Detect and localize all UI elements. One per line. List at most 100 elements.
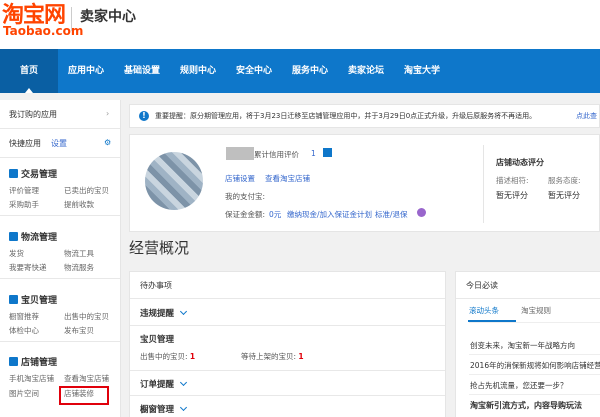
- section-shop-title: 店铺管理: [21, 358, 58, 368]
- overview-title: 经营概况: [129, 239, 190, 257]
- quick-settings-link[interactable]: 设置: [51, 138, 67, 149]
- todo-header: 待办事项: [130, 272, 445, 299]
- link-health-check[interactable]: 体检中心: [9, 325, 39, 336]
- user-icon: [323, 148, 332, 157]
- deposit-label: 保证金金额:: [225, 210, 266, 219]
- link-sold-items[interactable]: 已卖出的宝贝: [64, 185, 109, 196]
- gear-icon[interactable]: ⚙: [104, 138, 111, 147]
- logo-divider: [71, 7, 72, 31]
- news-item[interactable]: 创变未来，淘宝新一年战略方向: [470, 340, 575, 351]
- todo-title: 待办事项: [140, 281, 172, 290]
- link-mobile-shop[interactable]: 手机淘宝店铺: [9, 373, 54, 384]
- chevron-down-icon: [179, 403, 188, 412]
- divider: [0, 278, 120, 279]
- selling-count[interactable]: 1: [190, 352, 195, 361]
- section-shop[interactable]: 店铺管理: [9, 355, 57, 368]
- nav-item-forum[interactable]: 卖家论坛: [338, 49, 394, 93]
- username-redacted: [226, 147, 254, 160]
- avatar[interactable]: [145, 152, 203, 210]
- news-item[interactable]: 淘宝新引流方式，内容导购玩法: [470, 400, 582, 411]
- truck-icon: [9, 232, 18, 241]
- nav-item-basic-settings[interactable]: 基础设置: [114, 49, 170, 93]
- credit-value[interactable]: 1: [311, 149, 316, 158]
- top-bar: 淘宝网 Taobao.com 卖家中心: [0, 0, 600, 49]
- info-icon: !: [139, 111, 149, 121]
- link-purchase-helper[interactable]: 采购助手: [9, 199, 39, 210]
- section-trade[interactable]: 交易管理: [9, 167, 57, 180]
- deposit-value[interactable]: 0元: [269, 209, 281, 220]
- sidebar-quick-apps: 快捷应用 设置 ⚙: [0, 129, 120, 158]
- todo-violation[interactable]: 违规提醒: [130, 299, 445, 326]
- section-items-title: 宝贝管理: [21, 296, 58, 306]
- nav-item-home[interactable]: 首页: [0, 49, 58, 93]
- sidebar: 我订购的应用 › 快捷应用 设置 ⚙ 交易管理 评价管理 已卖出的宝贝 采购助手…: [0, 100, 121, 417]
- divider: [469, 354, 600, 355]
- todo-showcase-label: 橱窗管理: [140, 405, 175, 415]
- link-ship[interactable]: 发货: [9, 248, 24, 259]
- highlight-box: [59, 386, 109, 405]
- deposit-more-link[interactable]: 标准/退保: [375, 209, 408, 220]
- todo-card: 待办事项 违规提醒 宝贝管理 出售中的宝贝: 1 等待上架的宝贝: 1 订单提醒…: [129, 271, 446, 417]
- link-logistics-service[interactable]: 物流服务: [64, 262, 94, 273]
- nav-item-service[interactable]: 服务中心: [282, 49, 338, 93]
- nav-item-university[interactable]: 淘宝大学: [394, 49, 450, 93]
- sidebar-my-apps-label: 我订购的应用: [9, 110, 57, 119]
- alipay-label: 我的支付宝:: [225, 192, 266, 201]
- help-icon[interactable]: [417, 208, 426, 217]
- link-on-sale-items[interactable]: 出售中的宝贝: [64, 311, 109, 322]
- section-logistics[interactable]: 物流管理: [9, 230, 57, 243]
- service-label: 服务态度:: [548, 176, 581, 185]
- notice-more-link[interactable]: 点此查: [576, 111, 597, 121]
- daily-title: 今日必读: [466, 281, 498, 290]
- waiting-label: 等待上架的宝贝:: [241, 352, 297, 361]
- section-trade-title: 交易管理: [21, 170, 58, 180]
- todo-showcase[interactable]: 橱窗管理: [130, 396, 445, 417]
- divider: [469, 322, 600, 323]
- todo-item-mgmt: 宝贝管理 出售中的宝贝: 1 等待上架的宝贝: 1: [130, 326, 445, 371]
- divider: [469, 374, 600, 375]
- deposit-links[interactable]: 缴纳现金/加入保证金计划: [287, 209, 372, 220]
- link-review-mgmt[interactable]: 评价管理: [9, 185, 39, 196]
- link-image-space[interactable]: 图片空间: [9, 388, 39, 399]
- todo-order[interactable]: 订单提醒: [130, 371, 445, 396]
- link-showcase-recommend[interactable]: 橱窗推荐: [9, 311, 39, 322]
- todo-violation-label: 违规提醒: [140, 309, 175, 319]
- page-title: 卖家中心: [80, 9, 136, 25]
- main-nav: 首页 应用中心 基础设置 规则中心 安全中心 服务中心 卖家论坛 淘宝大学: [0, 49, 600, 93]
- section-logistics-title: 物流管理: [21, 233, 58, 243]
- tab-headlines[interactable]: 滚动头条: [469, 305, 499, 316]
- todo-order-label: 订单提醒: [140, 380, 175, 390]
- view-shop-link[interactable]: 查看淘宝店铺: [265, 173, 310, 184]
- news-item[interactable]: 抢占先机流量，您还要一步？: [470, 380, 568, 391]
- tab-rules[interactable]: 淘宝规则: [521, 305, 551, 316]
- todo-item-mgmt-label: 宝贝管理: [140, 335, 175, 345]
- divider: [483, 145, 484, 223]
- service-score: 暂无评分: [548, 191, 580, 200]
- trade-icon: [9, 169, 18, 178]
- section-items[interactable]: 宝贝管理: [9, 293, 57, 306]
- nav-item-app-center[interactable]: 应用中心: [58, 49, 114, 93]
- selling-label: 出售中的宝贝:: [140, 352, 188, 361]
- link-view-shop[interactable]: 查看淘宝店铺: [64, 373, 109, 384]
- seller-center-page: 淘宝网 Taobao.com 卖家中心 首页 应用中心 基础设置 规则中心 安全…: [0, 0, 600, 417]
- divider: [469, 394, 600, 395]
- link-logistics-tools[interactable]: 物流工具: [64, 248, 94, 259]
- link-send-express[interactable]: 我要寄快递: [9, 262, 47, 273]
- waiting-count[interactable]: 1: [298, 352, 303, 361]
- store-icon: [9, 357, 18, 366]
- news-item[interactable]: 2016年的消保新规将如何影响店铺经营: [470, 360, 600, 371]
- shop-profile: 累计信用评价 1 店铺设置 查看淘宝店铺 我的支付宝: 保证金金额: 0元 缴纳…: [129, 134, 600, 232]
- nav-item-security[interactable]: 安全中心: [226, 49, 282, 93]
- link-early-payment[interactable]: 提前收款: [64, 199, 94, 210]
- link-publish-item[interactable]: 发布宝贝: [64, 325, 94, 336]
- dynamic-score-title: 店铺动态评分: [496, 158, 544, 167]
- shop-settings-link[interactable]: 店铺设置: [225, 173, 255, 184]
- nav-item-rules[interactable]: 规则中心: [170, 49, 226, 93]
- desc-score: 暂无评分: [496, 191, 528, 200]
- sidebar-quick-label: 快捷应用: [9, 139, 41, 148]
- divider: [0, 215, 120, 216]
- sidebar-my-apps[interactable]: 我订购的应用 ›: [0, 100, 120, 129]
- chevron-down-icon: [179, 378, 188, 387]
- notice-bar: ! 重要提醒：原分期管理应用，将于3月23日迁移至店铺管理应用中，并于3月29日…: [129, 104, 600, 128]
- desc-match-label: 描述相符:: [496, 176, 529, 185]
